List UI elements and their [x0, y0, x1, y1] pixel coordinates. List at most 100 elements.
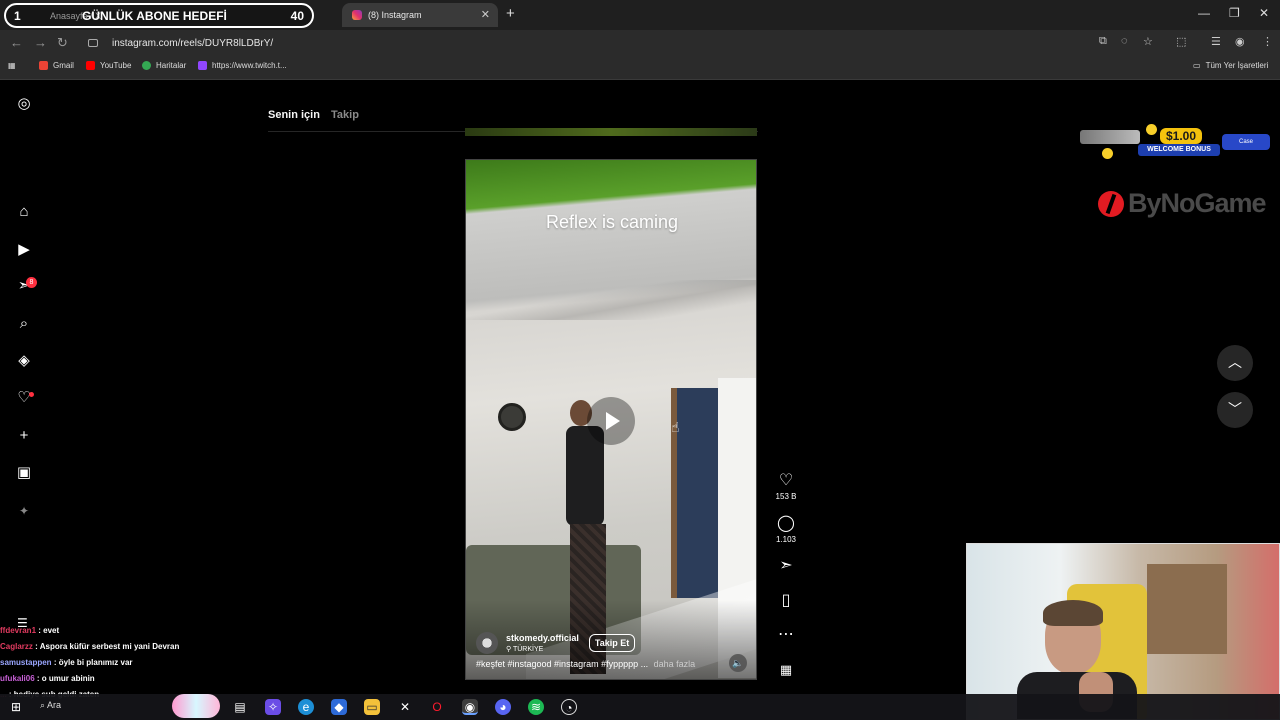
caption-hashtags: #keşfet #instagood #instagram #fyppppp .… — [476, 659, 649, 669]
more-options-action[interactable]: ⋯ — [772, 626, 800, 644]
profile-avatar[interactable]: ✦ — [15, 502, 33, 520]
ad-case-logo: Case — [1222, 134, 1270, 150]
address-bar-row: ← → ↻ instagram.com/reels/DUYR8lLDBrY/ ⧉… — [0, 30, 1280, 56]
bookmark-youtube[interactable]: YouTube — [86, 61, 131, 70]
site-info-icon[interactable] — [88, 39, 98, 47]
author-username[interactable]: stkomedy.official — [506, 633, 579, 643]
bookmark-maps[interactable]: Haritalar — [142, 61, 186, 70]
file-explorer-icon[interactable]: ▭ — [364, 699, 380, 715]
chat-text: : Aspora küfür serbest mi yani Devran — [35, 642, 180, 651]
follow-button[interactable]: Takip Et — [588, 634, 636, 652]
tab-for-you[interactable]: Senin için — [268, 109, 320, 121]
restore-icon[interactable]: ❐ — [1229, 6, 1240, 20]
bookmark-youtube-label: YouTube — [100, 61, 132, 70]
reload-icon[interactable]: ↻ — [57, 35, 68, 51]
xbox-icon[interactable]: ✕ — [397, 699, 413, 715]
dashboard-icon[interactable]: ▣ — [15, 464, 33, 482]
opera-icon[interactable]: O — [429, 699, 445, 715]
browser-menu-icon[interactable]: ⋮ — [1262, 35, 1273, 48]
play-button[interactable] — [587, 397, 635, 445]
next-reel-button[interactable]: ﹀ — [1217, 392, 1253, 428]
previous-reel-button[interactable]: ︿ — [1217, 345, 1253, 381]
spotify-icon[interactable]: ≋ — [528, 699, 544, 715]
taskbar-search[interactable]: ⌕ Ara — [40, 700, 61, 711]
previous-reel-edge[interactable] — [465, 128, 757, 136]
reels-icon[interactable]: ▶ — [15, 241, 33, 259]
reel-caption[interactable]: #keşfet #instagood #instagram #fyppppp .… — [476, 659, 695, 669]
bynogame-mark-icon — [1098, 190, 1124, 217]
create-icon[interactable]: + — [15, 427, 33, 445]
goal-count: 40 — [290, 8, 304, 23]
chat-user: ufukali06 — [0, 674, 35, 683]
taskbar-sticker-decoration — [172, 694, 220, 718]
chrome-icon[interactable]: ◉ — [462, 699, 478, 715]
wall-clock — [498, 403, 526, 431]
all-bookmarks-label: Tüm Yer İşaretleri — [1205, 61, 1269, 70]
bookmark-maps-label: Haritalar — [156, 61, 187, 70]
search-icon[interactable]: ⌕ — [15, 315, 33, 333]
back-icon[interactable]: ← — [10, 35, 23, 50]
notification-dot — [29, 392, 34, 397]
chat-user: Caglarzz — [0, 642, 33, 651]
audio-thumbnail[interactable]: ▦ — [772, 661, 800, 679]
audio-track-icon: ▦ — [779, 662, 793, 677]
tracking-blocked-icon[interactable]: ◌ — [1121, 35, 1128, 47]
goal-index: 1 — [14, 8, 21, 23]
mouse-cursor-icon: ☝ — [671, 419, 680, 435]
like-count: 153 B — [775, 492, 797, 501]
extensions-icon[interactable]: ⬚ — [1176, 35, 1186, 48]
all-bookmarks-folder[interactable]: ▭ Tüm Yer İşaretleri — [1193, 61, 1268, 70]
author-location[interactable]: ⚲ TÜRKİYE — [506, 645, 579, 653]
mute-toggle-icon[interactable]: 🔈 — [729, 654, 747, 672]
url-input[interactable]: instagram.com/reels/DUYR8lLDBrY/ — [80, 33, 1100, 53]
home-icon[interactable]: ⌂ — [15, 203, 33, 221]
bookmark-gmail[interactable]: Gmail — [39, 61, 74, 70]
minimize-icon[interactable]: — — [1198, 6, 1210, 20]
profile-avatar-icon[interactable]: ◉ — [1235, 35, 1245, 48]
instagram-sidebar: ◎ ⌂ ▶ ➣ 8 ⌕ ◈ ♡ + ▣ ✦ — [0, 81, 48, 621]
comment-action[interactable]: ◯ 1.103 — [772, 515, 800, 544]
share-action[interactable]: ➣ — [772, 557, 800, 575]
bynogame-logo: ByNoGame — [1098, 188, 1267, 219]
ceiling-shadow — [466, 280, 756, 320]
like-action[interactable]: ♡ 153 B — [772, 472, 800, 501]
webcam-shelf — [1147, 564, 1227, 654]
store-icon[interactable]: ◆ — [331, 699, 347, 715]
chat-message: ufukali06 : o umur abinin — [0, 674, 240, 690]
apps-grid-icon[interactable]: ▦ — [8, 61, 16, 70]
forward-icon[interactable]: → — [34, 35, 47, 50]
ad-price: $1.00 — [1160, 128, 1203, 144]
author-avatar[interactable] — [476, 632, 498, 654]
heart-icon: ♡ — [778, 472, 794, 489]
tab-instagram[interactable]: (8) Instagram ✕ — [342, 3, 498, 27]
subscriber-goal-overlay: 1 Anasayfa / X GÜNLÜK ABONE HEDEFİ 40 — [4, 3, 314, 28]
reel-video[interactable]: Reflex is caming stkomedy.official ⚲ TÜR… — [465, 159, 757, 680]
discord-icon[interactable]: ◕ — [495, 699, 511, 715]
bookmark-twitch[interactable]: https://www.twitch.t... — [198, 61, 287, 70]
edge-icon[interactable]: e — [298, 699, 314, 715]
obs-icon[interactable]: ◔ — [561, 699, 577, 715]
chat-text: : evet — [38, 626, 60, 635]
new-tab-button[interactable]: + — [506, 5, 515, 22]
close-window-icon[interactable]: ✕ — [1259, 6, 1269, 20]
explore-icon[interactable]: ◈ — [15, 352, 33, 370]
url-text: instagram.com/reels/DUYR8lLDBrY/ — [112, 37, 274, 49]
task-view-icon[interactable]: ▤ — [232, 699, 248, 715]
chat-text: : öyle bi planımız var — [53, 658, 133, 667]
install-app-icon[interactable]: ⧉ — [1099, 35, 1107, 48]
copilot-icon[interactable]: ✧ — [265, 699, 281, 715]
tab-search-icon[interactable]: ☰ — [1211, 35, 1221, 48]
comment-count: 1.103 — [775, 535, 797, 544]
save-action[interactable]: ▯ — [772, 592, 800, 610]
bookmark-star-icon[interactable]: ☆ — [1143, 35, 1153, 48]
close-tab-icon[interactable]: ✕ — [481, 8, 490, 21]
video-overlay-text: Reflex is caming — [545, 212, 679, 232]
tab-following[interactable]: Takip — [331, 109, 359, 121]
chat-message: ffdevran1 : evet — [0, 626, 240, 642]
bookmark-twitch-label: https://www.twitch.t... — [212, 61, 287, 70]
windows-start-icon[interactable]: ⊞ — [8, 699, 24, 715]
folder-icon: ▭ — [1193, 61, 1201, 70]
instagram-logo-icon[interactable]: ◎ — [15, 95, 33, 113]
feed-tabs: Senin için Takip — [268, 109, 367, 121]
caption-more-link[interactable]: daha fazla — [654, 659, 696, 669]
